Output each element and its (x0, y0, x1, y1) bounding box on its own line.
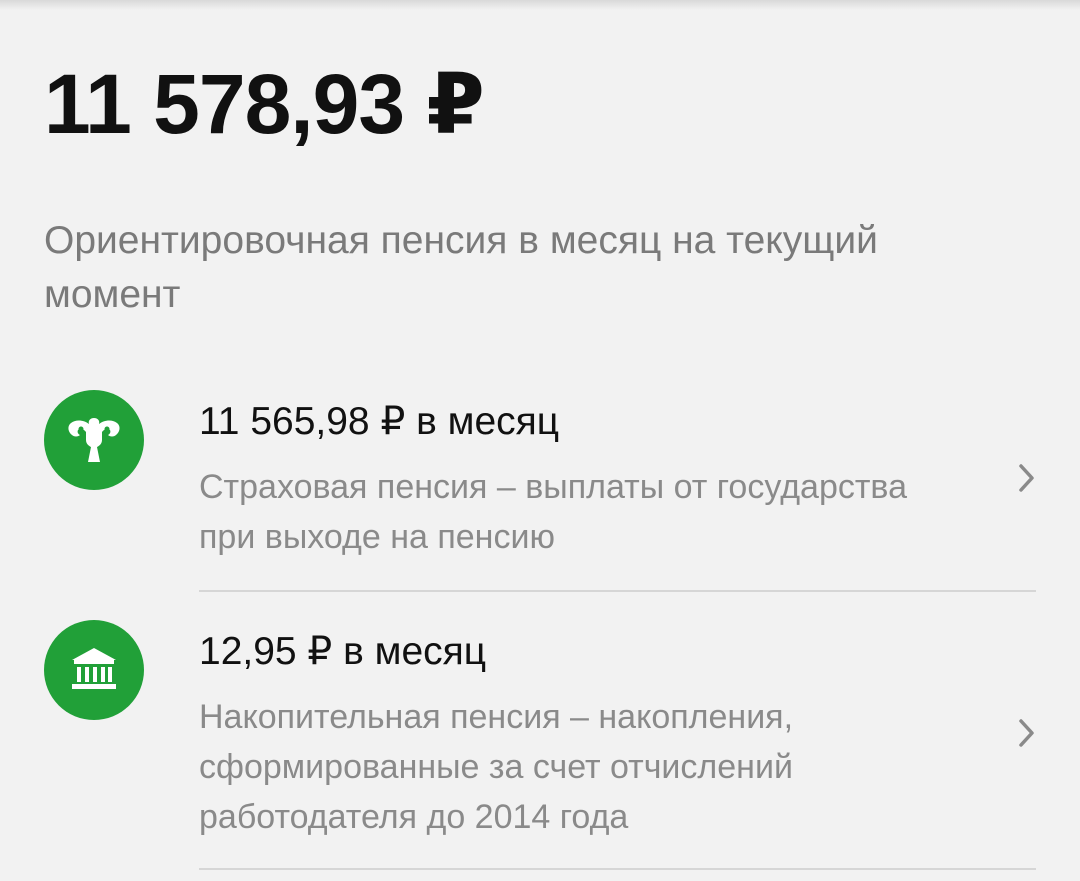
insurance-pension-description: Страховая пенсия – выплаты от государств… (199, 468, 908, 556)
list-item-funded-pension[interactable]: 12,95 ₽ в месяц Накопительная пенсия – н… (0, 620, 1080, 870)
bank-building-icon (44, 620, 144, 720)
list-item-insurance-pension[interactable]: 11 565,98 ₽ в месяц Страховая пенсия – в… (0, 390, 1080, 594)
chevron-right-icon (1012, 458, 1042, 498)
total-pension-amount: 11 578,93 ₽ (44, 57, 485, 151)
top-bar-shadow (0, 0, 1080, 10)
funded-pension-amount: 12,95 ₽ в месяц (199, 630, 487, 673)
funded-pension-description: Накопительная пенсия – накопления, сформ… (199, 698, 794, 836)
chevron-right-icon (1012, 713, 1042, 753)
total-pension-subtitle: Ориентировочная пенсия в месяц на текущи… (44, 219, 878, 316)
insurance-pension-amount: 11 565,98 ₽ в месяц (199, 400, 560, 443)
eagle-emblem-icon (44, 390, 144, 490)
item-divider (199, 590, 1036, 592)
item-divider (199, 868, 1036, 870)
